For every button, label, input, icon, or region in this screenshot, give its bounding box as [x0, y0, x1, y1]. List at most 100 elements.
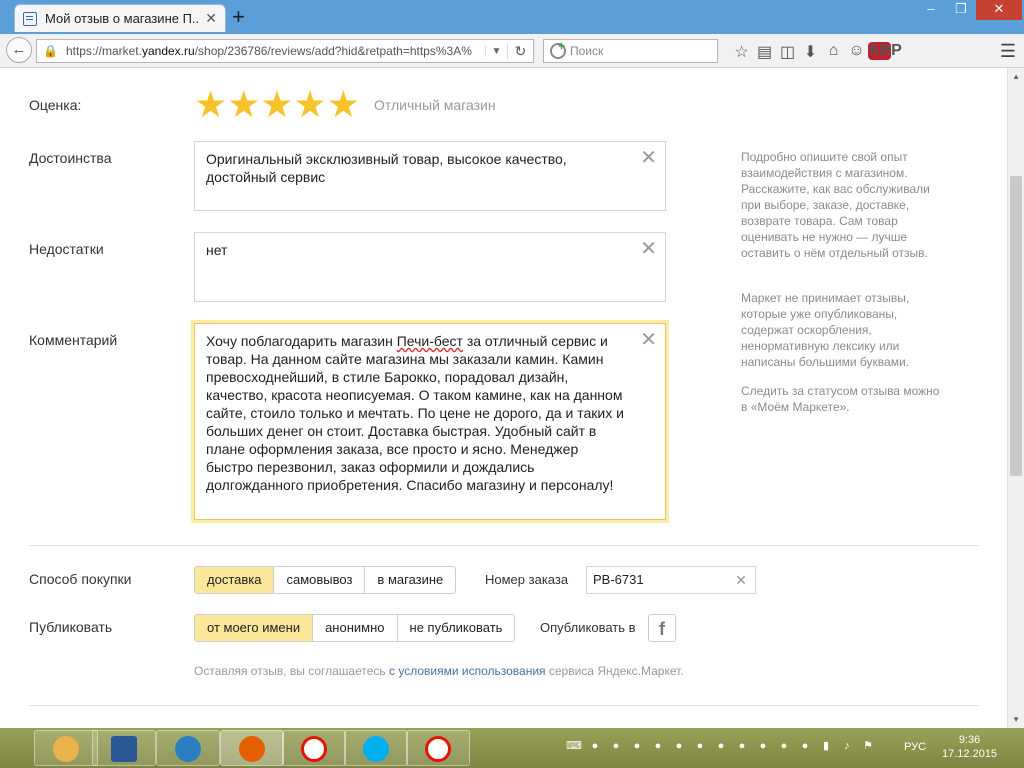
- smiley-icon[interactable]: ☺: [845, 42, 868, 62]
- star-icon[interactable]: ★: [194, 86, 227, 124]
- divider: [29, 705, 979, 706]
- purchase-method-label: Способ покупки: [29, 571, 132, 587]
- taskbar-firefox-button[interactable]: [220, 730, 284, 766]
- clear-order-icon[interactable]: ✕: [735, 567, 747, 593]
- order-number-label: Номер заказа: [485, 572, 569, 587]
- network-icon[interactable]: ▮: [818, 738, 834, 754]
- clock-time: 9:36: [958, 734, 981, 746]
- scroll-up-icon[interactable]: ▲: [1012, 72, 1020, 81]
- skype-icon: [363, 736, 389, 762]
- order-number-value: PB-6731: [593, 572, 644, 587]
- reading-list-icon[interactable]: ▤: [753, 42, 776, 62]
- taskbar-yandex-button[interactable]: [282, 730, 346, 766]
- star-icon[interactable]: ★: [260, 86, 293, 124]
- order-number-input[interactable]: PB-6731 ✕: [586, 566, 756, 594]
- purchase-option-pickup[interactable]: самовывоз: [274, 567, 366, 593]
- star-icon[interactable]: ★: [227, 86, 260, 124]
- adblock-icon[interactable]: ABP: [868, 42, 902, 62]
- taskbar-yandex-button[interactable]: [406, 730, 470, 766]
- browser-tab[interactable]: Мой отзыв о магазине П... ✕: [14, 4, 226, 32]
- pocket-icon[interactable]: ◫: [776, 42, 799, 62]
- taskbar-word-button[interactable]: [92, 730, 156, 766]
- tray-app-icon[interactable]: ●: [671, 738, 687, 754]
- tray-app-icon[interactable]: ●: [650, 738, 666, 754]
- page-favicon-icon: [23, 11, 37, 26]
- search-engine-icon: [550, 39, 566, 59]
- scroll-thumb[interactable]: [1010, 176, 1022, 476]
- download-icon[interactable]: ⬇: [799, 42, 822, 62]
- flag-icon[interactable]: ⚑: [860, 738, 876, 754]
- publish-selector: от моего имени анонимно не публиковать: [194, 614, 516, 642]
- comment-textarea[interactable]: Хочу поблагодарить магазин Печи-бест за …: [194, 323, 666, 520]
- tray-app-icon[interactable]: ●: [797, 738, 813, 754]
- tray-app-icon[interactable]: ●: [734, 738, 750, 754]
- tray-app-icon[interactable]: ●: [755, 738, 771, 754]
- clock[interactable]: 9:36 17.12.2015: [942, 733, 997, 761]
- language-indicator[interactable]: РУС: [904, 741, 926, 753]
- speedometer-icon: [175, 736, 201, 762]
- tray-app-icon[interactable]: ●: [629, 738, 645, 754]
- taskbar-paint-button[interactable]: [34, 730, 98, 766]
- tray-app-icon[interactable]: ●: [692, 738, 708, 754]
- system-tray: ⌨ ● ● ● ● ● ● ● ● ● ● ● ▮ ♪ ⚑: [566, 738, 876, 754]
- comment-text: Хочу поблагодарить магазин Печи-бест за …: [206, 333, 624, 493]
- taskbar-speedometer-button[interactable]: [156, 730, 220, 766]
- taskbar: ⌨ ● ● ● ● ● ● ● ● ● ● ● ▮ ♪ ⚑ РУС 9:36 1…: [0, 728, 1024, 768]
- page-scrollbar[interactable]: ▲ ▼: [1007, 68, 1024, 728]
- rating-text: Отличный магазин: [374, 97, 496, 113]
- bookmark-star-icon[interactable]: ☆: [730, 42, 753, 62]
- keyboard-icon[interactable]: ⌨: [566, 738, 582, 754]
- yandex-browser-icon: [301, 736, 327, 762]
- publish-label: Публиковать: [29, 619, 113, 635]
- help-text-1: Подробно опишите свой опыт взаимодействи…: [741, 150, 930, 260]
- new-tab-button[interactable]: +: [232, 4, 245, 30]
- star-icon[interactable]: ★: [327, 86, 360, 124]
- reload-icon[interactable]: ↻: [507, 42, 533, 60]
- help-text-2: Маркет не принимает отзывы, которые уже …: [741, 291, 910, 369]
- tray-app-icon[interactable]: ●: [587, 738, 603, 754]
- search-input[interactable]: Поиск: [543, 39, 718, 63]
- tray-app-icon[interactable]: ●: [776, 738, 792, 754]
- minimize-button[interactable]: ‒: [916, 0, 946, 20]
- help-text-3: Следить за статусом отзыва можно в «Моём…: [741, 384, 940, 414]
- purchase-method-selector: доставка самовывоз в магазине: [194, 566, 457, 594]
- clear-comment-icon[interactable]: ✕: [640, 330, 657, 350]
- maximize-button[interactable]: ❐: [946, 0, 976, 20]
- lock-icon: 🔒: [43, 44, 58, 58]
- purchase-option-in-store[interactable]: в магазине: [365, 567, 455, 593]
- pros-label: Достоинства: [29, 150, 112, 166]
- close-window-button[interactable]: ✕: [976, 0, 1022, 20]
- pros-text: Оригинальный эксклюзивный товар, высокое…: [206, 151, 567, 185]
- tray-app-icon[interactable]: ●: [713, 738, 729, 754]
- browser-navbar: ← 🔒 https://market.yandex.ru/shop/236786…: [0, 34, 1024, 68]
- search-placeholder: Поиск: [570, 44, 604, 58]
- publish-option-my-name[interactable]: от моего имени: [195, 615, 314, 641]
- publish-in-label: Опубликовать в: [540, 620, 636, 635]
- yandex-browser-icon: [425, 736, 451, 762]
- paint-icon: [53, 736, 79, 762]
- url-dropdown-icon[interactable]: ▼: [485, 45, 507, 57]
- taskbar-skype-button[interactable]: [344, 730, 408, 766]
- clear-cons-icon[interactable]: ✕: [640, 239, 657, 259]
- scroll-down-icon[interactable]: ▼: [1012, 715, 1020, 724]
- cons-text: нет: [206, 242, 228, 258]
- pros-textarea[interactable]: Оригинальный эксклюзивный товар, высокое…: [194, 141, 666, 211]
- cons-textarea[interactable]: нет ✕: [194, 232, 666, 302]
- clear-pros-icon[interactable]: ✕: [640, 148, 657, 168]
- purchase-option-delivery[interactable]: доставка: [195, 567, 275, 593]
- page-content: Оценка: ★ ★ ★ ★ ★ Отличный магазин Досто…: [0, 68, 1024, 728]
- publish-option-anonymous[interactable]: анонимно: [313, 615, 398, 641]
- url-bar[interactable]: 🔒 https://market.yandex.ru/shop/236786/r…: [36, 39, 534, 63]
- home-icon[interactable]: ⌂: [822, 42, 845, 62]
- back-button[interactable]: ←: [6, 37, 32, 63]
- hamburger-menu-icon[interactable]: ☰: [1000, 41, 1016, 62]
- tray-app-icon[interactable]: ●: [608, 738, 624, 754]
- terms-link[interactable]: с условиями использования: [389, 664, 546, 678]
- volume-icon[interactable]: ♪: [839, 738, 855, 754]
- facebook-icon[interactable]: f: [648, 614, 676, 642]
- rating-stars[interactable]: ★ ★ ★ ★ ★: [194, 86, 360, 124]
- rating-label: Оценка:: [29, 97, 82, 113]
- publish-option-dont-publish[interactable]: не публиковать: [398, 615, 515, 641]
- star-icon[interactable]: ★: [294, 86, 327, 124]
- tab-close-icon[interactable]: ✕: [205, 10, 217, 27]
